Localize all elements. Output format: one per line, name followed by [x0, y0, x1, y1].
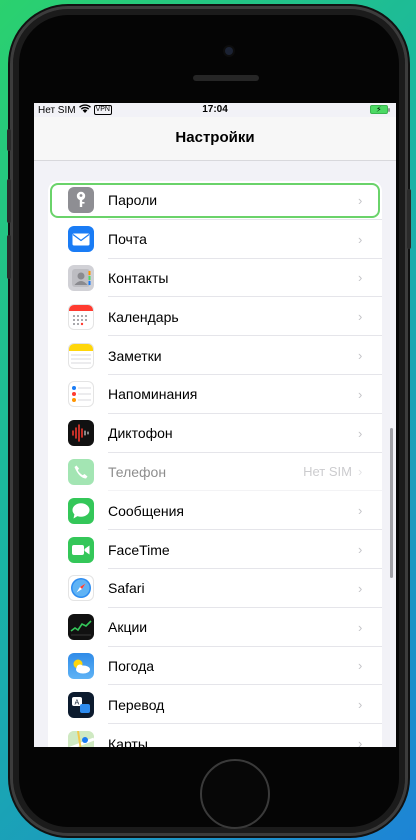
settings-item-label: Перевод	[108, 696, 165, 713]
settings-item-label: Телефон	[108, 463, 167, 480]
contacts-icon	[68, 264, 94, 291]
chevron-right-icon: ›	[358, 386, 363, 402]
stocks-icon	[68, 614, 94, 641]
mail-icon	[68, 226, 94, 253]
chevron-right-icon: ›	[358, 580, 363, 596]
chevron-right-icon: ›	[358, 658, 363, 674]
chevron-right-icon: ›	[358, 231, 363, 247]
calendar-icon	[68, 303, 94, 330]
settings-list: Пароли › Почта › Контакты › Календарь › …	[48, 181, 382, 747]
chevron-right-icon: ›	[358, 697, 363, 713]
settings-item-passwords[interactable]: Пароли ›	[48, 181, 382, 220]
notes-icon	[68, 342, 94, 369]
chevron-right-icon: ›	[358, 619, 363, 635]
chevron-right-icon: ›	[358, 192, 363, 208]
chevron-right-icon: ›	[358, 270, 363, 286]
weather-icon	[68, 652, 94, 679]
settings-item-value: Нет SIM	[303, 464, 352, 480]
settings-item-mail[interactable]: Почта ›	[48, 220, 382, 259]
volume-up-button	[7, 179, 11, 223]
settings-item-label: Почта	[108, 231, 147, 248]
settings-item-notes[interactable]: Заметки ›	[48, 336, 382, 375]
svg-text:A: A	[75, 698, 80, 706]
settings-item-voice-memos[interactable]: Диктофон ›	[48, 414, 382, 453]
page-title: Настройки	[175, 129, 255, 146]
settings-item-phone[interactable]: Телефон Нет SIM ›	[48, 453, 382, 492]
settings-item-label: Safari	[108, 580, 145, 597]
earpiece-speaker	[193, 75, 259, 81]
chevron-right-icon: ›	[358, 348, 363, 364]
translate-icon: A	[68, 691, 94, 718]
settings-item-messages[interactable]: Сообщения ›	[48, 491, 382, 531]
maps-icon	[68, 730, 94, 747]
settings-item-calendar[interactable]: Календарь ›	[48, 297, 382, 337]
settings-item-safari[interactable]: Safari ›	[48, 569, 382, 608]
settings-item-contacts[interactable]: Контакты ›	[48, 259, 382, 298]
scroll-indicator[interactable]	[390, 428, 393, 578]
settings-item-label: Карты	[108, 735, 148, 747]
settings-item-label: Пароли	[108, 192, 158, 209]
settings-item-translate[interactable]: A Перевод ›	[48, 685, 382, 725]
chevron-right-icon: ›	[358, 464, 363, 480]
volume-down-button	[7, 235, 11, 279]
status-bar: Нет SIM VPN 17:04 ⚡	[34, 103, 396, 117]
messages-icon	[68, 497, 94, 524]
chevron-right-icon: ›	[358, 736, 363, 747]
battery-icon: ⚡	[370, 105, 390, 114]
chevron-right-icon: ›	[358, 503, 363, 519]
settings-item-label: Напоминания	[108, 386, 198, 403]
home-button[interactable]	[200, 759, 270, 829]
chevron-right-icon: ›	[358, 425, 363, 441]
navigation-bar: Настройки	[34, 117, 396, 161]
safari-icon	[68, 575, 94, 602]
settings-item-label: Календарь	[108, 308, 179, 325]
settings-item-facetime[interactable]: FaceTime ›	[48, 530, 382, 569]
power-button	[407, 189, 411, 249]
settings-item-label: Диктофон	[108, 425, 173, 442]
settings-item-label: Сообщения	[108, 502, 184, 519]
settings-item-label: Погода	[108, 657, 155, 674]
settings-item-weather[interactable]: Погода ›	[48, 647, 382, 686]
key-icon	[68, 187, 94, 214]
status-time: 17:04	[202, 104, 228, 115]
settings-item-reminders[interactable]: Напоминания ›	[48, 375, 382, 414]
voice-memos-icon	[68, 420, 94, 447]
mute-switch	[7, 129, 11, 151]
facetime-icon	[68, 536, 94, 563]
chevron-right-icon: ›	[358, 309, 363, 325]
settings-item-maps[interactable]: Карты ›	[48, 724, 382, 747]
chevron-right-icon: ›	[358, 542, 363, 558]
front-camera	[225, 47, 233, 55]
settings-item-label: Контакты	[108, 269, 169, 286]
settings-item-stocks[interactable]: Акции ›	[48, 608, 382, 647]
phone-icon	[68, 458, 94, 485]
settings-item-label: Акции	[108, 619, 148, 636]
reminders-icon	[68, 381, 94, 408]
settings-item-label: Заметки	[108, 347, 162, 364]
screen: Нет SIM VPN 17:04 ⚡ Настройки Пароли › П…	[34, 103, 396, 747]
settings-item-label: FaceTime	[108, 541, 170, 558]
